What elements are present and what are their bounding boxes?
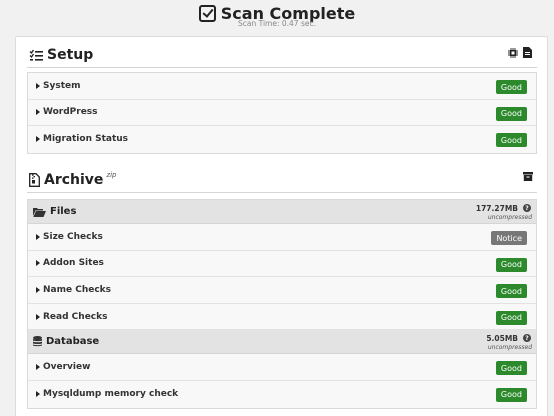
files-size: 177.27MB [475, 204, 518, 213]
folder-open-icon [33, 207, 46, 217]
scan-results-panel: Setup System Good WordPress Good Migrati [15, 36, 548, 416]
archive-box-icon[interactable] [523, 172, 533, 181]
check-label: Addon Sites [43, 258, 104, 269]
check-label: Mysqldump memory check [43, 389, 179, 400]
status-badge: Good [495, 106, 527, 121]
status-badge: Good [495, 361, 527, 376]
status-badge: Good [495, 310, 527, 325]
check-label: Name Checks [43, 284, 112, 295]
database-size-note: uncompressed [487, 344, 532, 352]
setup-checks: System Good WordPress Good Migration Sta… [27, 72, 537, 154]
setup-section-title: Setup [29, 44, 93, 66]
check-row-size-checks[interactable]: Size Checks Notice [28, 224, 536, 251]
check-row-addon-sites[interactable]: Addon Sites Good [28, 250, 536, 278]
files-size-note: uncompressed [487, 214, 532, 221]
status-badge: Good [495, 133, 527, 148]
database-icon [33, 336, 42, 347]
archive-format: zip [106, 171, 117, 179]
check-row-mysqldump-memory[interactable]: Mysqldump memory check Good [28, 380, 536, 408]
check-row-wordpress[interactable]: WordPress Good [28, 99, 536, 127]
archive-section-title: Archive zip [29, 169, 117, 191]
archive-title: Archive [44, 172, 104, 188]
check-label: Overview [43, 362, 91, 373]
caret-right-icon [36, 109, 40, 116]
caret-right-icon [36, 82, 40, 89]
files-title: Files [50, 206, 77, 217]
caret-right-icon [36, 364, 40, 371]
database-title: Database [46, 336, 100, 348]
archive-checks: Files 177.27MB ? uncompressed Size Check… [27, 199, 537, 409]
check-label: Size Checks [43, 231, 103, 242]
check-label: System [43, 80, 81, 91]
check-label: Read Checks [43, 311, 108, 322]
database-size: 5.05MB [486, 334, 518, 344]
check-label: Migration Status [43, 134, 129, 145]
status-badge: Good [495, 257, 527, 272]
help-icon[interactable]: ? [523, 204, 531, 212]
caret-right-icon [36, 286, 40, 293]
status-badge: Good [495, 80, 527, 94]
setup-title: Setup [47, 47, 94, 63]
database-group-header: Database 5.05MB ? uncompressed [28, 330, 536, 355]
check-row-overview[interactable]: Overview Good [28, 354, 536, 381]
caret-right-icon [36, 233, 40, 240]
chip-icon[interactable] [508, 48, 518, 58]
files-group-header: Files 177.27MB ? uncompressed [28, 200, 536, 224]
scan-time: Scan Time: 0.47 sec. [238, 19, 316, 28]
caret-right-icon [36, 313, 40, 320]
check-row-system[interactable]: System Good [28, 73, 536, 100]
check-label: WordPress [43, 107, 98, 118]
status-badge: Good [495, 387, 527, 402]
status-badge: Notice [491, 231, 527, 245]
archive-divider [27, 192, 537, 193]
setup-divider [27, 67, 537, 68]
caret-right-icon [36, 260, 40, 267]
file-icon[interactable] [523, 47, 532, 58]
checklist-icon [29, 49, 44, 62]
check-row-name-checks[interactable]: Name Checks Good [28, 277, 536, 304]
check-row-read-checks[interactable]: Read Checks Good [28, 303, 536, 331]
caret-right-icon [36, 391, 40, 398]
zip-file-icon [29, 173, 40, 187]
status-badge: Good [495, 284, 527, 299]
caret-right-icon [36, 136, 40, 143]
check-row-migration-status[interactable]: Migration Status Good [28, 126, 536, 153]
help-icon[interactable]: ? [523, 334, 531, 343]
